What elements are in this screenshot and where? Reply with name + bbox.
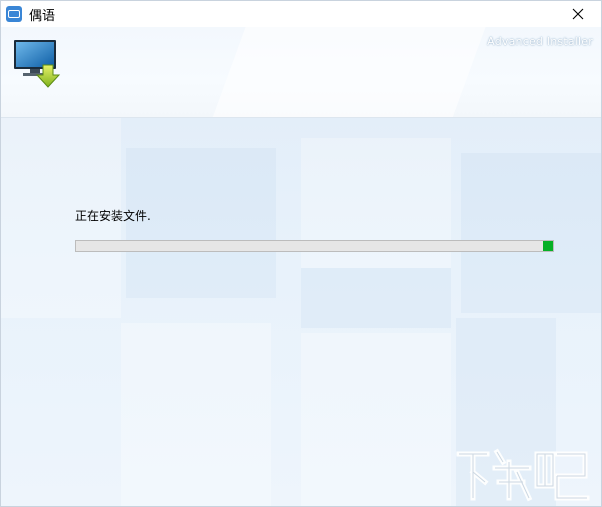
brand-label: Advanced Installer — [487, 35, 593, 48]
install-progress-panel: 正在安装文件. — [1, 118, 601, 506]
install-progress-bar — [75, 240, 554, 252]
xiazaiba-watermark-logo — [456, 448, 590, 502]
title-bar: 偶语 — [1, 1, 601, 27]
window-title: 偶语 — [29, 8, 56, 24]
installer-window: 偶语 Advanced Installer 正在安装文件. — [0, 0, 602, 507]
close-button[interactable] — [555, 1, 601, 27]
computer-download-icon — [14, 40, 61, 88]
progress-bar-fill — [543, 241, 553, 251]
install-status-text: 正在安装文件. — [75, 209, 151, 223]
installer-header: Advanced Installer — [1, 27, 601, 118]
app-logo-icon — [6, 6, 22, 22]
close-icon — [572, 8, 584, 20]
